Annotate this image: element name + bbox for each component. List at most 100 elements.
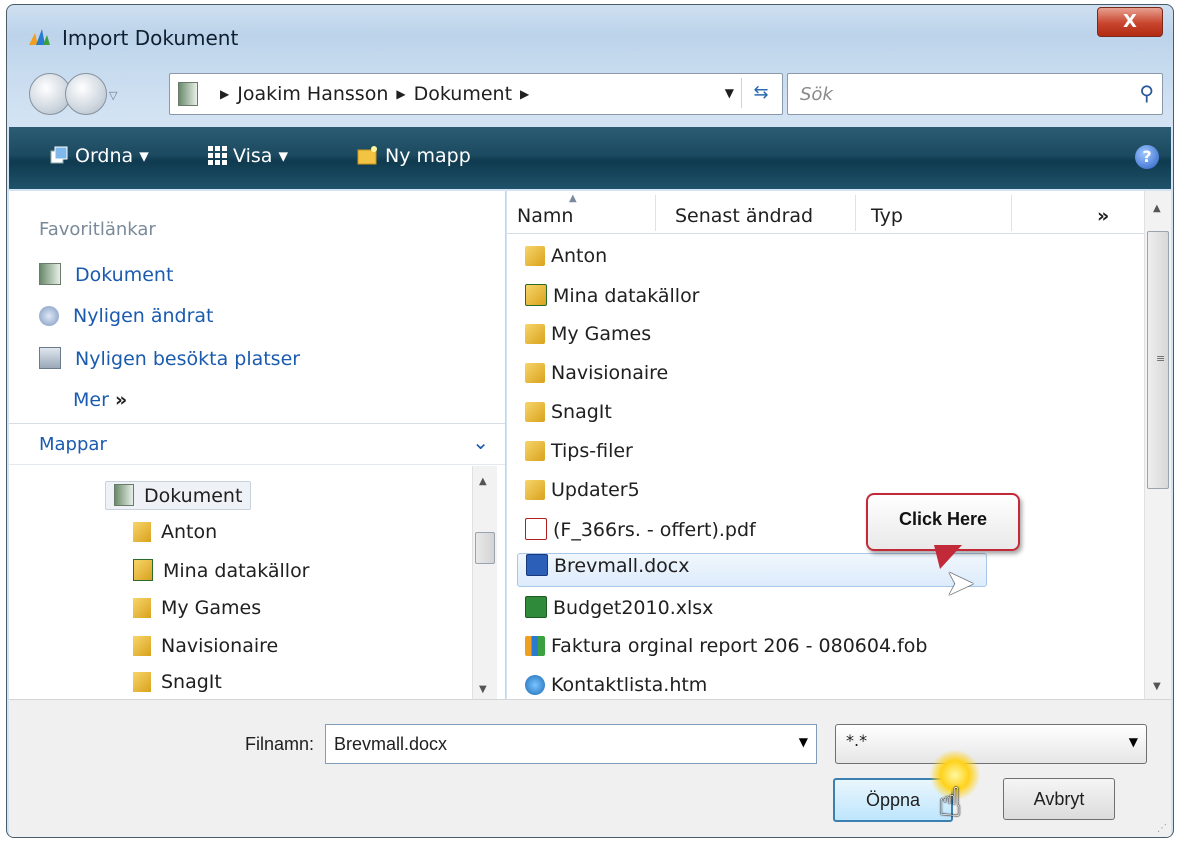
- more-label: Mer: [73, 389, 109, 411]
- callout-text: Click Here: [898, 509, 988, 529]
- folder-tree-scrollbar[interactable]: ▲ ▼: [472, 466, 497, 699]
- folder-icon: [133, 522, 151, 542]
- file-list-pane: ▲ Namn Senast ändrad Typ » Anton Mina da…: [507, 191, 1171, 699]
- tree-label: My Games: [161, 597, 262, 619]
- address-bar[interactable]: ▶ Joakim Hansson ▶ Dokument ▶ ▼ ⇆: [169, 73, 783, 115]
- scrollbar-thumb[interactable]: [475, 532, 495, 564]
- organize-button[interactable]: Ordna ▾: [49, 145, 149, 167]
- tree-label: Anton: [161, 521, 218, 543]
- breadcrumb: ▶ Joakim Hansson ▶ Dokument ▶: [212, 83, 537, 105]
- close-button[interactable]: X: [1097, 7, 1163, 37]
- column-header-type[interactable]: Typ: [871, 205, 903, 227]
- scroll-up-icon[interactable]: ▲: [479, 476, 487, 487]
- file-type-value: *.*: [846, 731, 868, 750]
- refresh-icon[interactable]: ⇆: [741, 78, 780, 108]
- dialog-footer: Filnamn: Brevmall.docx ▼ *.* ▼ Öppna Avb…: [9, 699, 1171, 837]
- scroll-down-icon[interactable]: ▼: [1153, 681, 1161, 692]
- filename-field[interactable]: Brevmall.docx ▼: [325, 724, 817, 764]
- chevron-down-icon[interactable]: ⌄: [472, 430, 489, 454]
- file-name: My Games: [551, 323, 652, 345]
- more-columns-icon[interactable]: »: [1097, 205, 1109, 227]
- folder-icon: [133, 636, 151, 656]
- tree-item-my-games[interactable]: My Games: [133, 597, 261, 619]
- tree-item-anton[interactable]: Anton: [133, 521, 217, 543]
- datasource-folder-icon: [525, 284, 547, 306]
- window-title: Import Dokument: [62, 26, 239, 50]
- datasource-folder-icon: [133, 559, 153, 581]
- breadcrumb-item[interactable]: Joakim Hansson: [237, 83, 388, 105]
- column-header-row: ▲ Namn Senast ändrad Typ »: [507, 191, 1147, 234]
- documents-icon: [39, 263, 61, 285]
- file-list-scrollbar[interactable]: ▲ ≡ ▼: [1144, 191, 1171, 699]
- favorite-link-recent-places[interactable]: Nyligen besökta platser: [39, 347, 300, 370]
- filename-dropdown-icon[interactable]: ▼: [799, 735, 808, 749]
- favorites-heading: Favoritlänkar: [39, 219, 156, 240]
- file-row-budget[interactable]: Budget2010.xlsx: [525, 596, 713, 628]
- file-row-anton[interactable]: Anton: [525, 245, 607, 277]
- search-icon[interactable]: ⚲: [1139, 81, 1154, 105]
- help-icon[interactable]: ?: [1135, 145, 1159, 169]
- breadcrumb-arrow-icon[interactable]: ▶: [220, 87, 229, 101]
- fob-icon: [525, 636, 545, 656]
- history-dropdown-icon[interactable]: ▽: [109, 89, 117, 102]
- app-icon: [29, 29, 50, 45]
- column-divider[interactable]: [855, 195, 856, 231]
- file-row-snagit[interactable]: SnagIt: [525, 401, 612, 433]
- file-name: Faktura orginal report 206 - 080604.fob: [551, 635, 928, 657]
- documents-icon: [178, 82, 198, 106]
- tree-label: Mina datakällor: [163, 560, 310, 582]
- more-link[interactable]: Mer »: [73, 389, 127, 411]
- search-box[interactable]: Sök ⚲: [787, 73, 1163, 115]
- column-divider[interactable]: [655, 195, 656, 231]
- column-header-date[interactable]: Senast ändrad: [675, 205, 813, 227]
- file-row-faktura[interactable]: Faktura orginal report 206 - 080604.fob: [525, 635, 927, 667]
- new-folder-button[interactable]: Ny mapp: [357, 145, 471, 167]
- file-row-my-games[interactable]: My Games: [525, 323, 651, 355]
- recent-changes-icon: [39, 306, 59, 326]
- folder-icon: [525, 441, 545, 461]
- file-row-navisionaire[interactable]: Navisionaire: [525, 362, 668, 394]
- file-row-pdf[interactable]: (F_366rs. - offert).pdf: [525, 518, 756, 550]
- folder-icon: [525, 480, 545, 500]
- search-input[interactable]: Sök: [800, 84, 833, 105]
- breadcrumb-arrow-icon[interactable]: ▶: [520, 87, 529, 101]
- folder-icon: [525, 246, 545, 266]
- resize-grip-icon[interactable]: ⋰: [1157, 823, 1167, 834]
- chevron-down-icon[interactable]: ▼: [1129, 735, 1138, 749]
- organize-label: Ordna: [75, 145, 134, 167]
- sort-ascending-icon: ▲: [569, 193, 577, 204]
- file-row-mina-datakallor[interactable]: Mina datakällor: [525, 284, 700, 316]
- folders-header[interactable]: Mappar ⌄: [9, 423, 505, 465]
- tree-item-documents[interactable]: Dokument: [105, 481, 252, 510]
- breadcrumb-item[interactable]: Dokument: [414, 83, 512, 105]
- title-bar: Import Dokument X: [7, 5, 1173, 55]
- breadcrumb-arrow-icon[interactable]: ▶: [396, 87, 405, 101]
- favorite-label: Dokument: [75, 264, 174, 286]
- documents-icon: [114, 484, 134, 506]
- address-dropdown-icon[interactable]: ▼: [725, 86, 734, 100]
- cancel-button[interactable]: Avbryt: [1003, 778, 1115, 820]
- file-row-updater5[interactable]: Updater5: [525, 479, 640, 511]
- file-name: Anton: [551, 245, 608, 267]
- file-row-brevmall[interactable]: Brevmall.docx: [517, 553, 987, 587]
- tree-item-snagit[interactable]: SnagIt: [133, 671, 222, 693]
- file-name: Tips-filer: [551, 440, 633, 462]
- more-chevron-icon: »: [114, 389, 128, 411]
- scrollbar-thumb[interactable]: ≡: [1147, 231, 1169, 489]
- favorite-link-documents[interactable]: Dokument: [39, 263, 173, 286]
- view-button[interactable]: Visa ▾: [207, 145, 288, 167]
- new-folder-label: Ny mapp: [385, 145, 471, 167]
- favorite-label: Nyligen besökta platser: [75, 348, 301, 370]
- navigation-pane: Favoritlänkar Dokument Nyligen ändrat Ny…: [9, 191, 506, 699]
- column-divider[interactable]: [1011, 195, 1012, 231]
- column-header-name[interactable]: Namn: [517, 205, 573, 227]
- scroll-up-icon[interactable]: ▲: [1153, 203, 1161, 214]
- scroll-down-icon[interactable]: ▼: [479, 684, 487, 695]
- forward-button[interactable]: [65, 73, 107, 115]
- favorite-link-recently-changed[interactable]: Nyligen ändrat: [39, 305, 214, 327]
- tree-item-navisionaire[interactable]: Navisionaire: [133, 635, 278, 657]
- tree-item-mina-datakallor[interactable]: Mina datakällor: [133, 559, 310, 582]
- file-type-select[interactable]: *.* ▼: [835, 724, 1147, 764]
- file-name: Budget2010.xlsx: [553, 597, 714, 619]
- file-row-tips-filer[interactable]: Tips-filer: [525, 440, 633, 472]
